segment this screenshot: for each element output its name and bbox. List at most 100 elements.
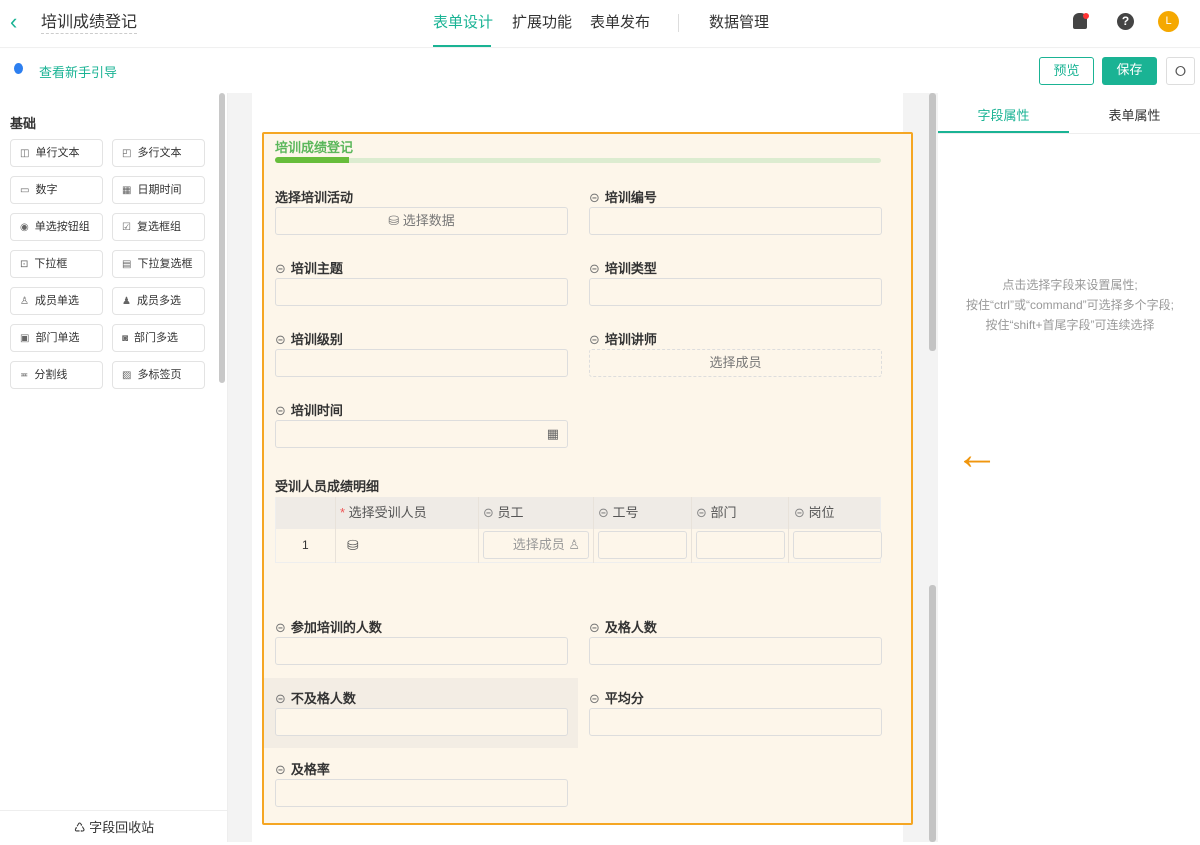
field-label: ⊝ 培训主题 [275, 261, 343, 276]
component-item[interactable]: ▭ 数字 [10, 176, 103, 204]
field-input[interactable]: ▦ [275, 420, 568, 448]
tab-data-management[interactable]: 数据管理 [709, 13, 769, 33]
field-label: ⊝ 及格率 [275, 762, 330, 777]
component-icon: ♙ [20, 296, 29, 307]
col-divider [478, 497, 479, 563]
component-item[interactable]: ▨ 多标签页 [112, 361, 205, 389]
field-input[interactable] [275, 779, 568, 807]
field-label: ⊝ 不及格人数 [275, 691, 356, 706]
field-input[interactable] [275, 708, 568, 736]
field-input[interactable] [275, 349, 568, 377]
component-icon: ◙ [122, 333, 129, 344]
component-item[interactable]: ≖ 分割线 [10, 361, 103, 389]
tab-publish[interactable]: 表单发布 [590, 13, 650, 33]
link-icon: ⊝ [275, 620, 286, 635]
field-label: ⊝ 培训时间 [275, 403, 343, 418]
canvas-scrollbar-lower[interactable] [929, 585, 936, 842]
recycle-label: 字段回收站 [89, 820, 155, 835]
field-input[interactable] [589, 637, 882, 665]
col-divider [788, 497, 789, 563]
active-tab-indicator [433, 45, 491, 47]
field-input[interactable] [589, 207, 882, 235]
component-label: 部门单选 [35, 332, 80, 344]
component-label: 下拉复选框 [137, 258, 193, 270]
component-item[interactable]: ♟ 成员多选 [112, 287, 205, 315]
link-icon: ⊝ [275, 403, 286, 418]
canvas-scrollbar[interactable] [929, 93, 936, 351]
member-placeholder: 选择成员 [512, 537, 565, 552]
component-item[interactable]: ◰ 多行文本 [112, 139, 205, 167]
component-item[interactable]: ◉ 单选按钮组 [10, 213, 103, 241]
component-item[interactable]: ⊡ 下拉框 [10, 250, 103, 278]
component-label: 单选按钮组 [34, 221, 90, 233]
form-title: 培训成绩登记 [275, 140, 354, 155]
field-input[interactable]: 选择成员 [589, 349, 882, 377]
component-icon: ▣ [20, 333, 30, 344]
component-label: 下拉框 [34, 258, 68, 270]
tab-form-properties[interactable]: 表单属性 [1069, 105, 1200, 124]
link-icon: ⊝ [275, 691, 286, 706]
lightbulb-icon [14, 63, 23, 74]
share-icon[interactable]: ⭘ [1166, 57, 1195, 85]
component-label: 多行文本 [137, 147, 182, 159]
field-input[interactable] [589, 708, 882, 736]
toolbar [0, 49, 1200, 93]
component-label: 分割线 [34, 369, 68, 381]
component-label: 多标签页 [137, 369, 182, 381]
field-label: ⊝ 培训编号 [589, 190, 657, 205]
field-input[interactable] [275, 637, 568, 665]
tab-extensions[interactable]: 扩展功能 [512, 13, 572, 33]
component-icon: ▤ [122, 259, 132, 270]
link-icon: ⊝ [275, 332, 286, 347]
hint-line: 按住“ctrl”或“command”可选择多个字段; [965, 298, 1174, 312]
avatar[interactable]: L [1158, 11, 1179, 32]
col-divider [593, 497, 594, 563]
back-icon[interactable]: ‹ [10, 10, 17, 34]
calendar-icon: ▦ [546, 426, 559, 441]
component-item[interactable]: ☑ 复选框组 [112, 213, 205, 241]
divider [938, 133, 1200, 134]
column-header: * 选择受训人员 [340, 497, 427, 529]
department-input[interactable] [696, 531, 785, 559]
column-label: 部门 [710, 505, 737, 520]
help-icon[interactable]: ? [1117, 13, 1134, 30]
field-label: ⊝ 参加培训的人数 [275, 620, 382, 635]
component-item[interactable]: ▦ 日期时间 [112, 176, 205, 204]
field-input[interactable] [275, 278, 568, 306]
component-item[interactable]: ▣ 部门单选 [10, 324, 103, 352]
app-title[interactable]: 培训成绩登记 [41, 13, 138, 34]
component-icon: ⊡ [20, 259, 29, 270]
recycle-bin-button[interactable]: ♺ 字段回收站 [0, 810, 228, 842]
component-label: 复选框组 [136, 221, 181, 233]
component-item[interactable]: ◫ 单行文本 [10, 139, 103, 167]
column-header: ⊝ 工号 [598, 497, 639, 529]
database-icon[interactable]: ⛁ [347, 537, 359, 554]
preview-button[interactable]: 预览 [1039, 57, 1094, 85]
save-button[interactable]: 保存 [1102, 57, 1157, 85]
component-icon: ◰ [122, 148, 132, 159]
field-input[interactable] [589, 278, 882, 306]
link-icon: ⊝ [275, 261, 286, 276]
hint-line: 按住“shift+首尾字段”可连续选择 [985, 318, 1155, 332]
link-icon: ⊝ [589, 620, 600, 635]
column-header: ⊝ 员工 [483, 497, 524, 529]
component-item[interactable]: ◙ 部门多选 [112, 324, 205, 352]
sidebar-scrollbar[interactable] [219, 93, 225, 383]
employee-id-input[interactable] [598, 531, 687, 559]
component-label: 成员多选 [136, 295, 181, 307]
component-icon: ▨ [122, 370, 132, 381]
component-item[interactable]: ♙ 成员单选 [10, 287, 103, 315]
field-input[interactable]: ⛁ 选择数据 [275, 207, 568, 235]
guide-link[interactable]: 查看新手引导 [39, 62, 117, 81]
tab-field-properties[interactable]: 字段属性 [938, 105, 1069, 124]
link-icon: ⊝ [275, 762, 286, 777]
component-icon: ▭ [20, 185, 30, 196]
tab-form-design[interactable]: 表单设计 [433, 13, 493, 33]
hint-line: 点击选择字段来设置属性; [1002, 278, 1138, 292]
panel-hint: 点击选择字段来设置属性; 按住“ctrl”或“command”可选择多个字段; … [940, 275, 1200, 335]
member-select[interactable]: 选择成员 ♙ [483, 531, 589, 559]
position-input[interactable] [793, 531, 882, 559]
column-header: ⊝ 岗位 [794, 497, 835, 529]
arrow-left-icon: ← [955, 430, 999, 479]
component-item[interactable]: ▤ 下拉复选框 [112, 250, 205, 278]
